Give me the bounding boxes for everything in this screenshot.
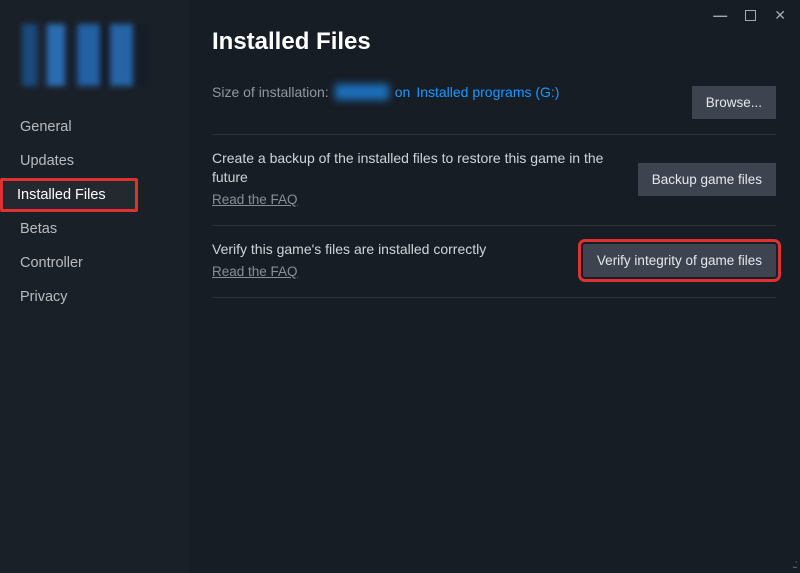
verify-text-block: Verify this game's files are installed c…: [212, 240, 567, 281]
size-on: on: [395, 84, 411, 100]
verify-row: Verify this game's files are installed c…: [212, 225, 776, 298]
main-panel: Installed Files Size of installation: on…: [190, 0, 800, 573]
backup-faq-link[interactable]: Read the FAQ: [212, 191, 298, 209]
sidebar: General Updates Installed Files Betas Co…: [0, 0, 190, 573]
backup-row: Create a backup of the installed files t…: [212, 134, 776, 225]
page-title: Installed Files: [212, 28, 776, 56]
verify-description: Verify this game's files are installed c…: [212, 240, 567, 259]
backup-button[interactable]: Backup game files: [638, 163, 776, 196]
drive-link[interactable]: Installed programs (G:): [416, 84, 559, 100]
size-label: Size of installation:: [212, 84, 329, 100]
install-size-value: [335, 84, 389, 100]
backup-text-block: Create a backup of the installed files t…: [212, 149, 622, 209]
verify-faq-link[interactable]: Read the FAQ: [212, 263, 298, 281]
sidebar-item-betas[interactable]: Betas: [0, 212, 190, 246]
maximize-button[interactable]: [745, 10, 756, 21]
sidebar-item-general[interactable]: General: [0, 110, 190, 144]
window-controls: — ✕: [699, 0, 800, 30]
browse-button[interactable]: Browse...: [692, 86, 776, 119]
resize-grip-icon[interactable]: ..:: [792, 557, 796, 571]
install-size-row: Size of installation: on Installed progr…: [212, 84, 559, 100]
backup-description: Create a backup of the installed files t…: [212, 149, 622, 187]
sidebar-item-updates[interactable]: Updates: [0, 144, 190, 178]
sidebar-item-installed-files[interactable]: Installed Files: [0, 178, 138, 212]
game-thumbnail: [22, 24, 148, 86]
sidebar-item-controller[interactable]: Controller: [0, 246, 190, 280]
minimize-button[interactable]: —: [713, 7, 727, 23]
close-button[interactable]: ✕: [774, 7, 786, 24]
sidebar-item-privacy[interactable]: Privacy: [0, 280, 190, 314]
verify-button[interactable]: Verify integrity of game files: [583, 244, 776, 277]
